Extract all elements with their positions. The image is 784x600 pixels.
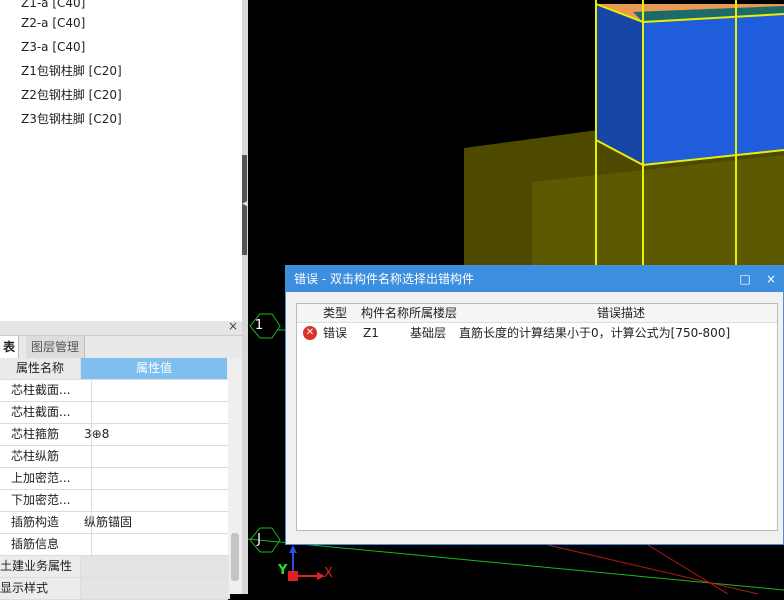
group-row[interactable]: 显示样式 [0,578,230,600]
collapse-handle[interactable]: ◀ [242,155,249,255]
dialog-title: 错误 - 双击构件名称选择出错构件 [294,272,474,286]
tree-item[interactable]: Z1-a [C40] [21,0,85,12]
grid-line [248,538,784,591]
property-panel: × 表 图层管理 属性名称 属性值 芯柱截面... 芯柱截面... 芯柱箍筋 3… [0,319,242,600]
axis-label-j: J [257,532,261,547]
property-value[interactable] [81,490,230,511]
axis-x-label: X [324,566,333,581]
property-name: 芯柱截面... [0,380,92,401]
group-name: 土建业务属性 [0,556,81,577]
property-value[interactable] [81,446,230,467]
property-tabs: 表 图层管理 [0,336,242,358]
axis-label-1: 1 [254,318,264,333]
col-description[interactable]: 错误描述 [597,304,645,322]
table-row[interactable]: 芯柱截面... [0,380,228,402]
group-value [81,578,230,599]
table-row[interactable]: 插筋构造 纵筋锚固 [0,512,228,534]
property-name: 下加密范... [0,490,92,511]
tree-item[interactable]: Z1包钢柱脚 [C20] [21,62,122,80]
error-component[interactable]: Z1 [363,323,379,343]
error-floor: 基础层 [410,326,447,340]
grid-line [647,544,729,594]
axis-origin [288,571,298,581]
property-value[interactable]: 3⊕8 [81,424,230,445]
tree-item[interactable]: Z2包钢柱脚 [C20] [21,86,122,104]
group-name: 显示样式 [0,578,81,599]
left-panel: Z1-a [C40] Z2-a [C40] Z3-a [C40] Z1包钢柱脚 … [0,0,245,600]
tree-item[interactable]: Z3包钢柱脚 [C20] [21,110,122,128]
axis-z-arrow [289,545,297,553]
property-name: 芯柱截面... [0,402,92,423]
error-list: 类型 构件名称 所属楼层 错误描述 ✕ 错误 Z1 基础层 直筋长度的计算结果小… [296,303,778,531]
axis-y-label: Y [278,563,288,578]
property-grid: 属性名称 属性值 芯柱截面... 芯柱截面... 芯柱箍筋 3⊕8 芯柱纵筋 上… [0,358,230,600]
table-row[interactable]: 上加密范... [0,468,228,490]
tab-layer-management[interactable]: 图层管理 [26,336,86,358]
error-dialog: 错误 - 双击构件名称选择出错构件 □ × 类型 构件名称 所属楼层 错误描述 … [285,265,784,545]
component-tree: Z1-a [C40] Z2-a [C40] Z3-a [C40] Z1包钢柱脚 … [0,0,243,320]
property-panel-topbar: × [0,319,242,336]
scroll-thumb[interactable] [231,533,239,581]
table-row[interactable]: 芯柱箍筋 3⊕8 [0,424,228,446]
close-icon[interactable]: × [761,266,781,292]
table-row[interactable]: 插筋信息 [0,534,228,556]
error-type: 错误 [323,326,348,340]
col-component-name[interactable]: 构件名称 [361,304,409,322]
group-value [81,556,230,577]
property-value[interactable]: 纵筋锚固 [81,512,230,533]
col-type[interactable]: 类型 [323,304,347,322]
tree-item[interactable]: Z2-a [C40] [21,14,85,32]
property-name: 插筋信息 [0,534,92,555]
property-value[interactable] [81,402,230,423]
header-property-value: 属性值 [81,358,227,379]
scrollbar[interactable] [229,358,242,594]
column-side [596,4,643,165]
tab-properties[interactable]: 表 [0,336,20,358]
property-name: 上加密范... [0,468,92,489]
property-name: 插筋构造 [0,512,92,533]
property-value[interactable] [81,468,230,489]
error-list-header: 类型 构件名称 所属楼层 错误描述 [297,304,777,323]
property-name: 芯柱箍筋 [0,424,92,445]
property-value[interactable] [81,534,230,555]
table-row[interactable]: 芯柱截面... [0,402,228,424]
grid-header: 属性名称 属性值 [0,358,228,380]
table-row[interactable]: 芯柱纵筋 [0,446,228,468]
error-icon: ✕ [303,326,317,340]
maximize-icon[interactable]: □ [735,266,755,292]
col-floor[interactable]: 所属楼层 [409,304,457,322]
tree-item[interactable]: Z3-a [C40] [21,38,85,56]
property-name: 芯柱纵筋 [0,446,92,467]
dialog-titlebar[interactable]: 错误 - 双击构件名称选择出错构件 □ × [286,266,783,292]
group-row[interactable]: 土建业务属性 [0,556,230,578]
error-description: 直筋长度的计算结果小于0，计算公式为[750-800] [459,326,731,340]
header-property-name: 属性名称 [0,358,81,379]
column-front [643,14,784,165]
list-item[interactable]: ✕ 错误 Z1 基础层 直筋长度的计算结果小于0，计算公式为[750-800] [297,323,777,343]
close-icon[interactable]: × [228,319,238,333]
property-value[interactable] [81,380,230,401]
table-row[interactable]: 下加密范... [0,490,228,512]
